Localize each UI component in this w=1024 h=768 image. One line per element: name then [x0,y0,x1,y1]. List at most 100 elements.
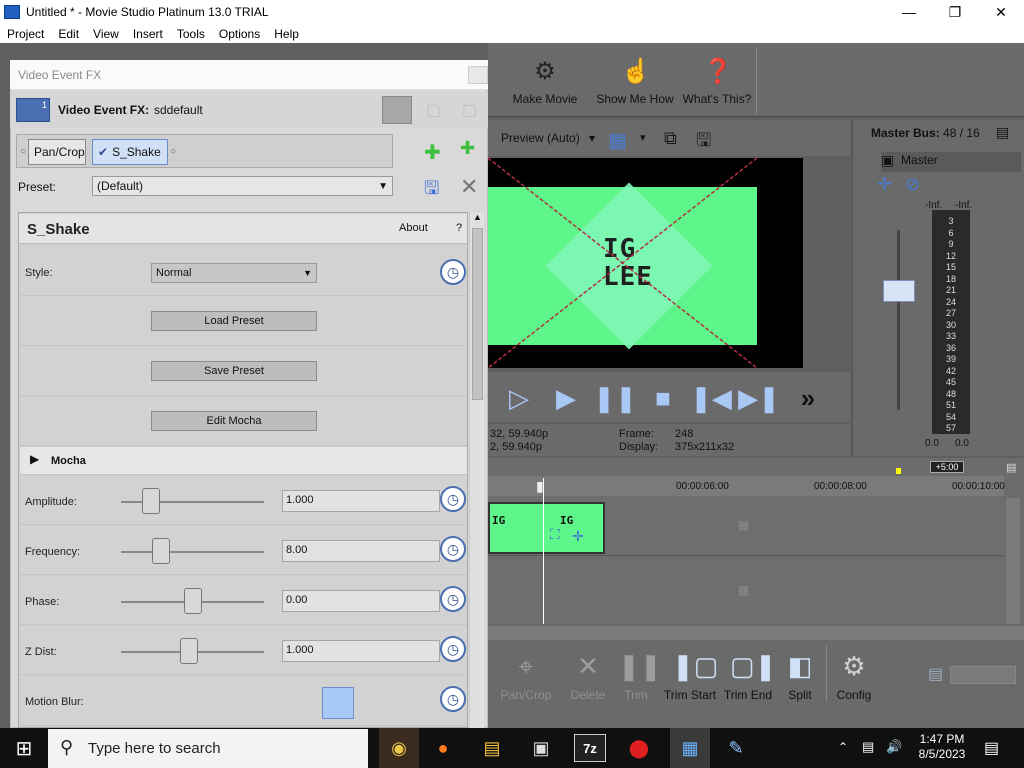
keyframe-clock-icon[interactable]: ◷ [440,486,466,512]
menu-edit[interactable]: Edit [51,27,86,41]
movie-studio-taskbar-icon[interactable]: ▦ [670,728,710,768]
master-options-icon[interactable]: ▤ [996,124,1009,141]
chain-pan-crop[interactable]: Pan/Crop [28,139,86,165]
config-button[interactable]: ⚙ Config [834,650,874,702]
recorder-icon[interactable]: ⬤ [623,734,655,762]
keyframe-clock-icon[interactable]: ◷ [440,636,466,662]
save-preset-button[interactable]: Save Preset [151,361,317,381]
preset-dropdown[interactable]: (Default) ▼ [92,176,393,196]
show-me-how-button[interactable]: ☝ Show Me How [594,58,676,113]
overlays-grid-icon[interactable]: ▦ [608,128,627,153]
notifications-icon[interactable]: ▤ [984,738,999,758]
go-to-start-icon[interactable]: ❚◀ [690,383,732,413]
go-to-end-icon[interactable]: ▶❚ [738,383,780,413]
remove-fx-icon[interactable]: ✚ [460,138,475,159]
menu-insert[interactable]: Insert [126,27,170,41]
microsoft-store-icon[interactable]: ▣ [525,734,557,762]
network-icon[interactable]: ▤ [862,739,874,755]
pan-crop-button[interactable]: ⌖ Pan/Crop [498,650,554,702]
fx-close-button[interactable] [468,66,488,84]
menu-options[interactable]: Options [212,27,267,41]
menu-project[interactable]: Project [0,27,51,41]
phase-value-field[interactable]: 0.00 [282,590,440,612]
save-snapshot-icon[interactable]: 🖫 [696,128,711,158]
firefox-icon[interactable]: ● [427,734,459,762]
fx-scrollbar-thumb[interactable] [472,228,483,400]
stop-icon[interactable]: ■ [647,383,679,413]
load-preset-button[interactable]: Load Preset [151,311,317,331]
meter-scale-label: 54 [945,411,956,422]
delete-button[interactable]: ✕ Delete [566,650,610,702]
restore-button[interactable]: ❐ [932,0,978,24]
copy-snapshot-icon[interactable]: ⧉ [664,128,677,149]
chain-s-shake[interactable]: ✔ S_Shake [92,139,168,165]
master-mute-icon[interactable]: ▣ [881,152,894,169]
split-button[interactable]: ◧ Split [782,650,818,702]
menu-tools[interactable]: Tools [170,27,212,41]
pause-icon[interactable]: ❚❚ [593,383,637,413]
marker-flag[interactable] [896,468,901,474]
pan-crop-event-icon[interactable]: ⛶ [550,526,560,543]
video-clip[interactable]: IG IG ⛶ ✛ [488,502,605,554]
frequency-slider-thumb[interactable] [152,538,171,564]
keyframe-clock-icon[interactable]: ◷ [440,586,466,612]
trim-button[interactable]: ❚❚ Trim [614,650,662,702]
expand-triangle-icon[interactable]: ▶ [30,452,39,466]
frequency-slider-track[interactable] [121,551,264,553]
about-link[interactable]: About [399,222,428,234]
paint-icon[interactable]: ✎ [720,734,752,762]
z-dist-value-field[interactable]: 1.000 [282,640,440,662]
phase-slider-thumb[interactable] [183,588,202,614]
timeline-hscroll[interactable] [488,626,1024,640]
keyframe-clock-icon[interactable]: ◷ [440,259,466,285]
bypass-icon[interactable]: ⊘ [905,174,920,195]
menu-help[interactable]: Help [267,27,306,41]
trim-start-button[interactable]: ❚▢ Trim Start [662,650,718,702]
play-icon[interactable]: ▶ [550,383,582,413]
file-explorer-icon[interactable]: ▤ [476,734,508,762]
taskbar-search-box[interactable]: ⚲ Type here to search [48,729,368,768]
motion-blur-checkbox[interactable] [322,687,354,719]
play-from-start-icon[interactable]: ▷ [503,383,535,413]
zoom-slider[interactable] [950,666,1016,684]
event-fx-icon[interactable]: ✛ [572,528,584,545]
make-movie-button[interactable]: ⚙ Make Movie [510,58,580,113]
whats-this-button[interactable]: ❓ What's This? [682,58,752,113]
fx-toggle-button[interactable] [382,96,412,124]
tray-chevron-icon[interactable]: ⌃ [838,740,848,754]
add-fx-icon[interactable]: ✚ [424,140,441,165]
style-dropdown[interactable]: Normal ▼ [151,263,317,283]
timeline-options-icon[interactable]: ▤ [1006,461,1016,474]
preview-quality-dropdown[interactable]: Preview (Auto) ▾ [501,131,595,145]
minimize-button[interactable]: — [886,0,932,24]
z-dist-slider-thumb[interactable] [179,638,198,664]
delete-preset-icon[interactable]: ✕ [460,174,478,200]
playhead-icon[interactable]: ▮ [536,478,544,495]
trim-end-button[interactable]: ▢❚ Trim End [722,650,776,702]
amplitude-value-field[interactable]: 1.000 [282,490,440,512]
keyframe-clock-icon[interactable]: ◷ [440,536,466,562]
master-fader[interactable] [883,280,915,302]
frequency-value-field[interactable]: 8.00 [282,540,440,562]
zoom-icon[interactable]: ▤ [928,664,943,684]
edit-mocha-button[interactable]: Edit Mocha [151,411,317,431]
keyframe-clock-icon[interactable]: ◷ [440,686,466,712]
help-link[interactable]: ? [456,222,462,234]
menu-view[interactable]: View [86,27,126,41]
chrome-icon[interactable]: ◉ [379,728,419,768]
close-button[interactable]: ✕ [978,0,1024,24]
mocha-section-header[interactable] [20,447,467,475]
volume-icon[interactable]: 🔊 [886,739,902,755]
marker-label[interactable]: +5:00 [930,461,964,473]
chevron-down-icon[interactable]: ▾ [640,131,646,144]
fx-scrollbar[interactable]: ▲ [469,212,484,728]
timeline-vscroll[interactable] [1006,498,1020,624]
save-preset-icon[interactable]: 🖫 [424,176,439,206]
more-transport-icon[interactable]: » [792,383,824,413]
master-fx-icon[interactable]: ✛ [877,174,892,195]
windows-start-icon[interactable]: ⊞ [8,734,40,762]
amplitude-slider-thumb[interactable] [142,488,161,514]
taskbar-clock[interactable]: 1:47 PM 8/5/2023 [912,732,972,762]
scroll-up-icon[interactable]: ▲ [471,212,484,226]
sevenzip-icon[interactable]: 7z [574,734,606,762]
